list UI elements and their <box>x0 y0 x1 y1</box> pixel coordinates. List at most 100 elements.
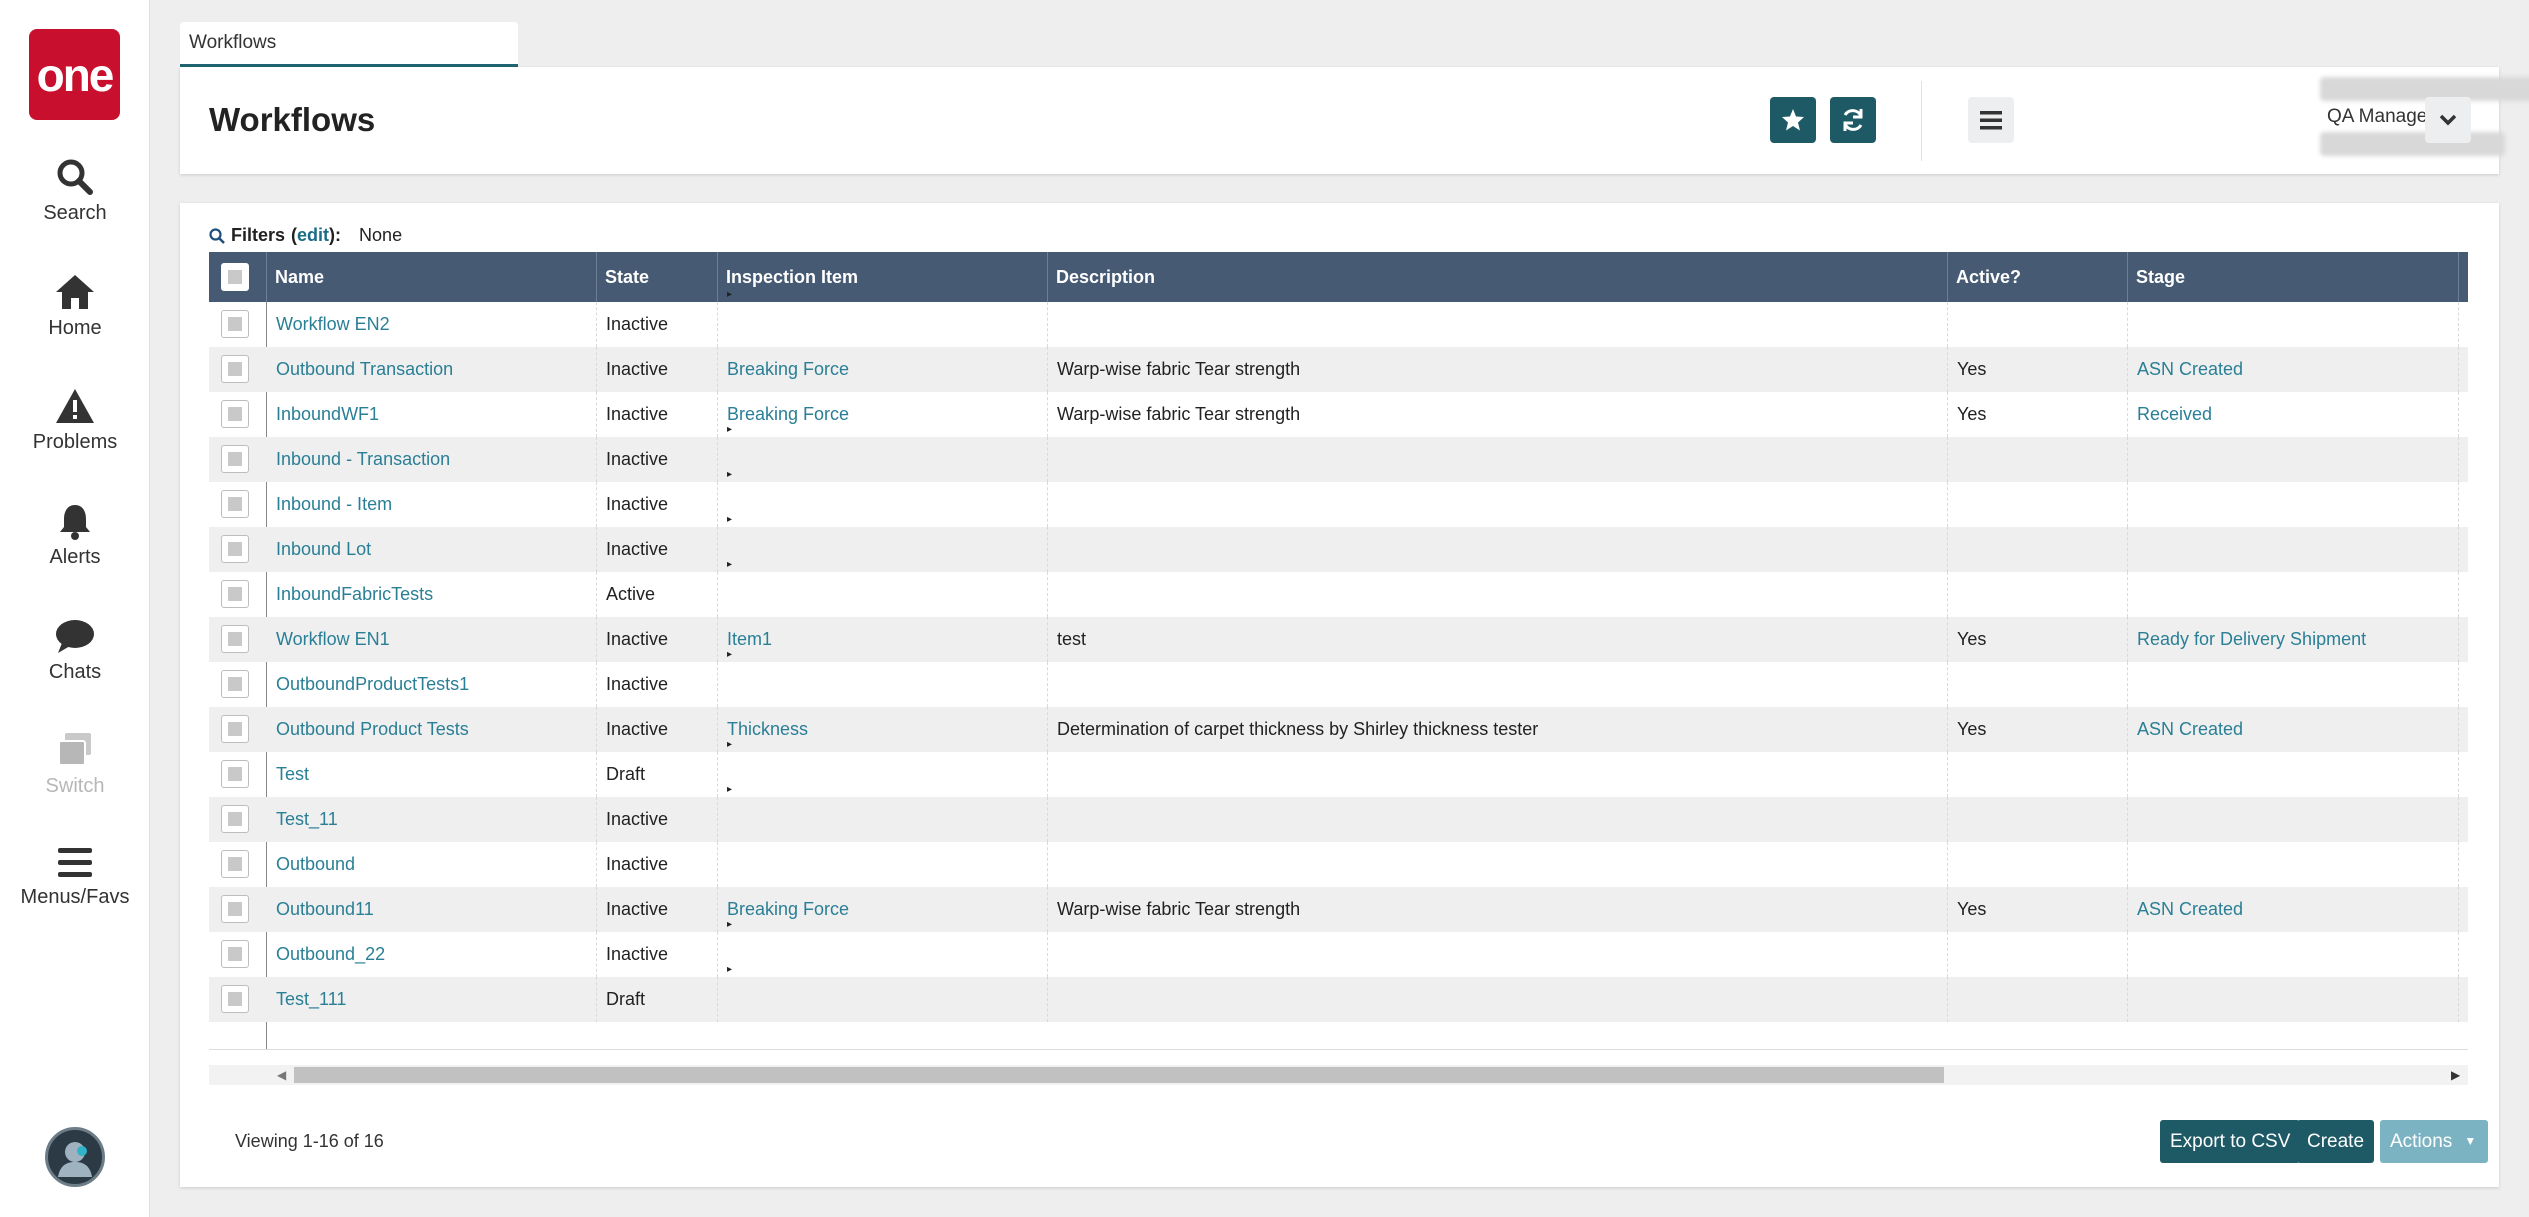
row-checkbox[interactable] <box>221 310 249 338</box>
scroll-right-icon[interactable]: ▶ <box>2451 1068 2460 1082</box>
table-row[interactable]: Inbound - Item Inactive ▸ <box>209 470 2468 527</box>
row-checkbox[interactable] <box>221 445 249 473</box>
table-row[interactable]: Test Draft ▸ <box>209 740 2468 797</box>
cell-name-text[interactable]: Inbound - Transaction <box>276 449 450 469</box>
column-header-active[interactable]: Active? <box>1948 252 2128 302</box>
tab-workflows[interactable]: Workflows <box>180 22 518 67</box>
expand-caret-icon[interactable]: ▸ <box>727 470 732 480</box>
table-row[interactable]: InboundFabricTests Active ▸ <box>209 560 2468 617</box>
refresh-button[interactable] <box>1830 97 1876 143</box>
nav-search[interactable]: Search <box>0 158 150 225</box>
actions-dropdown[interactable]: Actions ▼ <box>2380 1120 2489 1163</box>
cell-description <box>1048 527 1948 572</box>
nav-menus-favs[interactable]: Menus/Favs <box>0 846 150 909</box>
column-header-name[interactable]: Name <box>267 252 597 302</box>
expand-caret-icon[interactable]: ▸ <box>727 740 732 750</box>
filters-edit-link[interactable]: edit <box>297 225 329 245</box>
expand-caret-icon[interactable]: ▸ <box>727 560 732 570</box>
cell-name-text[interactable]: OutboundProductTests1 <box>276 674 469 694</box>
nav-alerts[interactable]: Alerts <box>0 502 150 569</box>
nav-problems[interactable]: Problems <box>0 387 150 454</box>
expand-caret-icon[interactable]: ▸ <box>727 515 732 525</box>
cell-inspection-item-text[interactable]: Thickness <box>727 719 808 739</box>
create-button[interactable]: Create <box>2297 1120 2375 1163</box>
table-row[interactable]: Test_11 Inactive ▸ <box>209 785 2468 842</box>
table-row[interactable]: InboundWF1 Inactive Breaking Force Warp-wis… <box>209 392 2468 437</box>
row-checkbox[interactable] <box>221 490 249 518</box>
cell-inspection-item-text[interactable]: Breaking Force <box>727 899 849 919</box>
cell-inspection-item-text[interactable]: Item1 <box>727 629 772 649</box>
table-row[interactable]: Workflow EN2 Inactive ▸ <box>209 290 2468 347</box>
page-menu-button[interactable] <box>1968 97 2014 143</box>
cell-stage-text[interactable]: ASN Created <box>2137 899 2243 919</box>
select-all-checkbox[interactable] <box>221 263 249 291</box>
nav-chats[interactable]: Chats <box>0 617 150 684</box>
horizontal-scrollbar[interactable]: ◀ ▶ <box>209 1065 2468 1085</box>
export-csv-button[interactable]: Export to CSV <box>2160 1120 2301 1163</box>
user-menu-toggle[interactable] <box>2425 97 2471 143</box>
table-row[interactable]: Inbound - Transaction Inactive ▸ <box>209 425 2468 482</box>
row-checkbox[interactable] <box>221 670 249 698</box>
cell-name-text[interactable]: Inbound - Item <box>276 494 392 514</box>
row-checkbox[interactable] <box>221 940 249 968</box>
column-header-state[interactable]: State <box>597 252 718 302</box>
cell-stage-text[interactable]: Received <box>2137 404 2212 424</box>
row-checkbox[interactable] <box>221 535 249 563</box>
expand-caret-icon[interactable]: ▸ <box>727 785 732 795</box>
scrollbar-thumb[interactable] <box>294 1067 1944 1083</box>
expand-caret-icon[interactable]: ▸ <box>727 650 732 660</box>
cell-name-text[interactable]: Outbound11 <box>276 899 374 919</box>
table-row[interactable]: Test_111 Draft ▸ <box>209 965 2468 1022</box>
table-row[interactable]: Outbound_22 Inactive ▸ <box>209 920 2468 977</box>
row-checkbox[interactable] <box>221 895 249 923</box>
column-header-inspection-item[interactable]: Inspection Item <box>718 252 1048 302</box>
row-checkbox[interactable] <box>221 715 249 743</box>
cell-name-text[interactable]: Outbound Product Tests <box>276 719 469 739</box>
table-row[interactable]: Outbound Inactive <box>209 842 2468 887</box>
cell-name-text[interactable]: Outbound_22 <box>276 944 385 964</box>
cell-name-text[interactable]: Workflow EN2 <box>276 314 390 334</box>
expand-caret-icon[interactable]: ▸ <box>727 965 732 975</box>
cell-stage-text[interactable]: Ready for Delivery Shipment <box>2137 629 2366 649</box>
table-row[interactable]: Inbound Lot Inactive ▸ <box>209 515 2468 572</box>
cell-stage: Received <box>2128 392 2459 437</box>
cell-name-text[interactable]: Test_11 <box>276 809 338 829</box>
cell-inspection-item-text[interactable]: Breaking Force <box>727 404 849 424</box>
column-header-description[interactable]: Description <box>1048 252 1948 302</box>
cell-active-text: Yes <box>1957 719 1987 739</box>
scroll-left-icon[interactable]: ◀ <box>277 1068 286 1082</box>
cell-stage-text[interactable]: ASN Created <box>2137 719 2243 739</box>
user-avatar[interactable] <box>45 1127 105 1187</box>
row-checkbox[interactable] <box>221 850 249 878</box>
row-checkbox[interactable] <box>221 760 249 788</box>
expand-caret-icon[interactable]: ▸ <box>727 920 732 930</box>
table-row[interactable]: Outbound Transaction Inactive Breaking For… <box>209 347 2468 392</box>
cell-name-text[interactable]: Outbound <box>276 854 355 874</box>
app-logo[interactable]: one <box>29 29 120 120</box>
cell-stage-text[interactable]: ASN Created <box>2137 359 2243 379</box>
table-row[interactable]: Workflow EN1 Inactive Item1 test Yes Ready fo… <box>209 617 2468 662</box>
row-checkbox[interactable] <box>221 400 249 428</box>
cell-name-text[interactable]: Test_111 <box>276 989 346 1009</box>
row-checkbox[interactable] <box>221 985 249 1013</box>
nav-home[interactable]: Home <box>0 273 150 340</box>
column-header-stage[interactable]: Stage <box>2128 252 2459 302</box>
row-checkbox[interactable] <box>221 805 249 833</box>
expand-caret-icon[interactable]: ▸ <box>727 290 732 300</box>
row-checkbox[interactable] <box>221 625 249 653</box>
cell-name-text[interactable]: Outbound Transaction <box>276 359 453 379</box>
cell-name-text[interactable]: InboundFabricTests <box>276 584 433 604</box>
nav-switch[interactable]: Switch <box>0 731 150 798</box>
favorite-button[interactable] <box>1770 97 1816 143</box>
cell-name-text[interactable]: Test <box>276 764 309 784</box>
cell-name-text[interactable]: Inbound Lot <box>276 539 371 559</box>
table-row[interactable]: OutboundProductTests1 Inactive ▸ <box>209 650 2468 707</box>
cell-inspection-item-text[interactable]: Breaking Force <box>727 359 849 379</box>
table-row[interactable]: Outbound11 Inactive Breaking Force Warp-wis… <box>209 887 2468 932</box>
table-row[interactable]: Outbound Product Tests Inactive Thickness D… <box>209 707 2468 752</box>
cell-name-text[interactable]: InboundWF1 <box>276 404 379 424</box>
cell-name-text[interactable]: Workflow EN1 <box>276 629 390 649</box>
row-checkbox[interactable] <box>221 355 249 383</box>
row-checkbox[interactable] <box>221 580 249 608</box>
expand-caret-icon[interactable]: ▸ <box>727 425 732 435</box>
